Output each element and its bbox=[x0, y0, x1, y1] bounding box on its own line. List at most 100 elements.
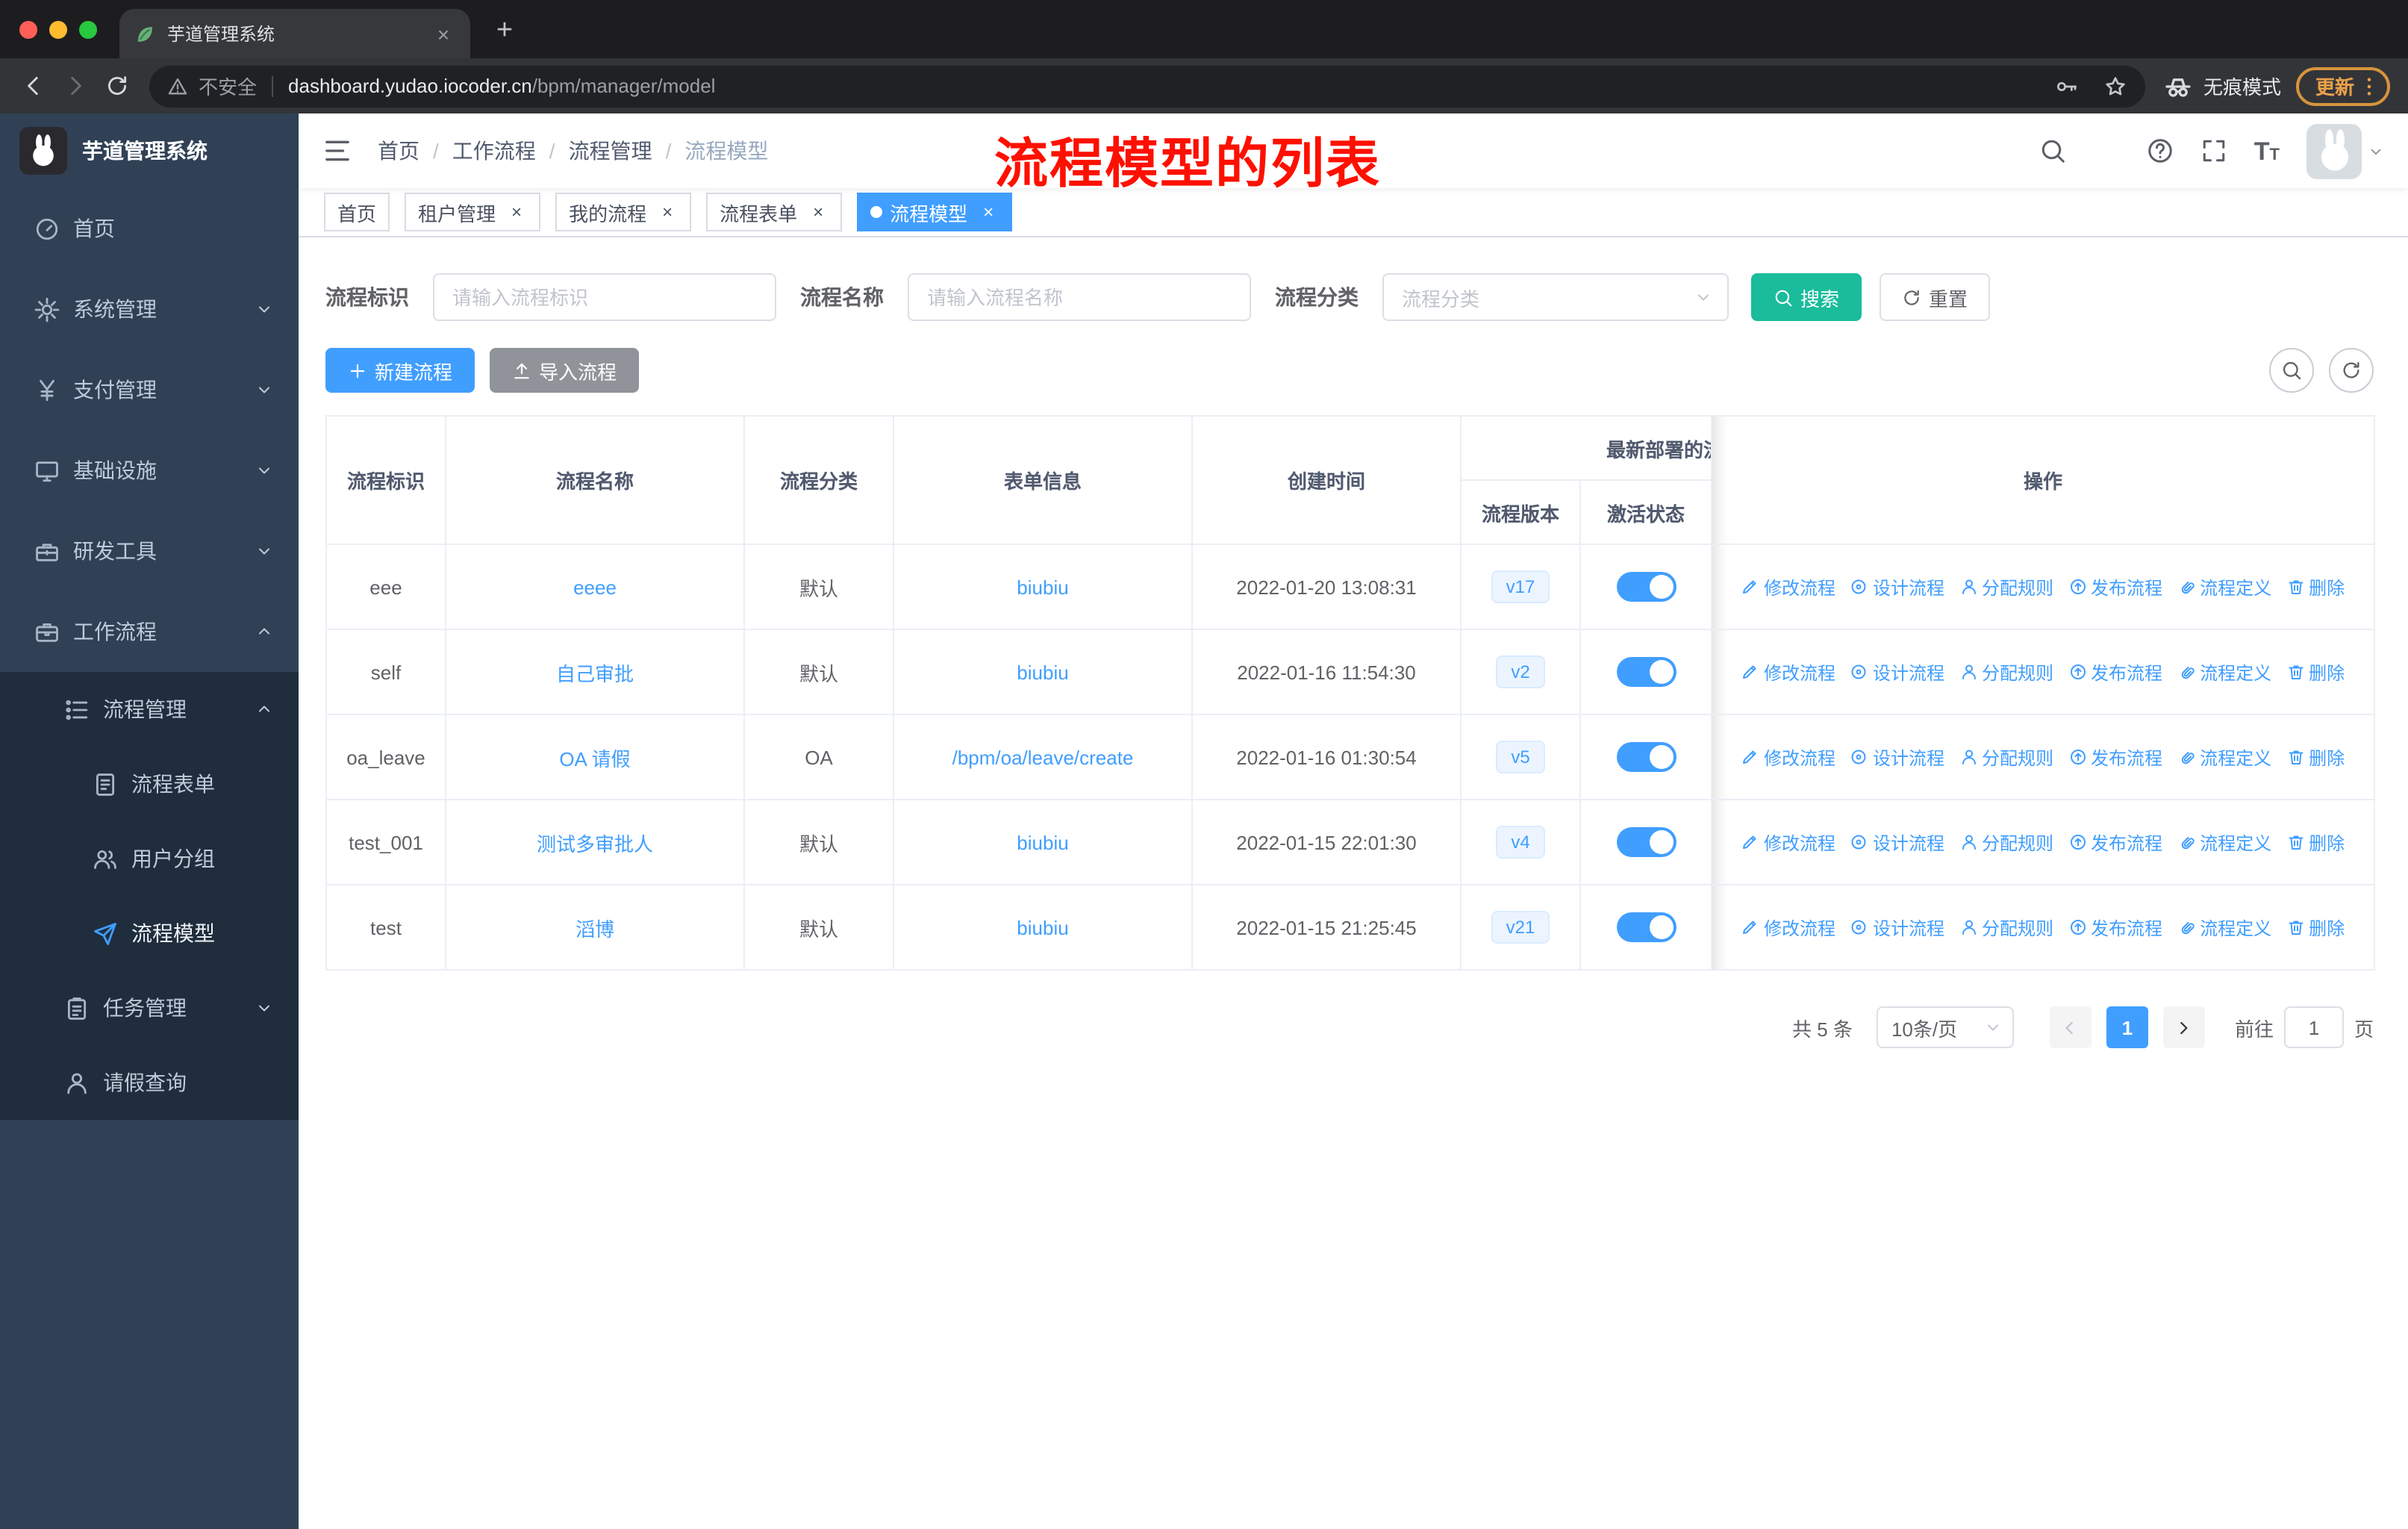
forward-button[interactable] bbox=[54, 65, 96, 107]
action-publish-link[interactable]: 发布流程 bbox=[2068, 659, 2162, 685]
process-name-link[interactable]: eeee bbox=[573, 576, 617, 598]
action-publish-link[interactable]: 发布流程 bbox=[2068, 829, 2162, 855]
action-edit-link[interactable]: 修改流程 bbox=[1741, 915, 1835, 940]
action-assign-rules-link[interactable]: 分配规则 bbox=[1959, 659, 2053, 685]
active-toggle[interactable] bbox=[1616, 572, 1676, 602]
tag-close-icon[interactable]: × bbox=[978, 202, 999, 222]
process-name-link[interactable]: 自己审批 bbox=[556, 662, 634, 685]
action-assign-rules-link[interactable]: 分配规则 bbox=[1959, 829, 2053, 855]
prev-page-button[interactable] bbox=[2049, 1006, 2092, 1048]
action-design-link[interactable]: 设计流程 bbox=[1850, 829, 1944, 855]
form-info-link[interactable]: biubiu bbox=[1017, 661, 1068, 683]
zoom-window-button[interactable] bbox=[79, 21, 97, 39]
process-name-link[interactable]: OA 请假 bbox=[559, 747, 630, 770]
action-design-link[interactable]: 设计流程 bbox=[1850, 744, 1944, 770]
font-size-icon[interactable]: TT bbox=[2254, 138, 2280, 164]
sidebar-item-home[interactable]: 首页 bbox=[0, 188, 299, 269]
action-assign-rules-link[interactable]: 分配规则 bbox=[1959, 574, 2053, 600]
sidebar-item-system[interactable]: 系统管理 bbox=[0, 269, 299, 349]
sidebar-item-payment[interactable]: 支付管理 bbox=[0, 349, 299, 430]
action-edit-link[interactable]: 修改流程 bbox=[1741, 659, 1835, 685]
help-icon[interactable] bbox=[2147, 137, 2174, 164]
action-publish-link[interactable]: 发布流程 bbox=[2068, 915, 2162, 940]
action-delete-link[interactable]: 删除 bbox=[2286, 744, 2345, 770]
action-delete-link[interactable]: 删除 bbox=[2286, 574, 2345, 600]
action-definition-link[interactable]: 流程定义 bbox=[2177, 829, 2271, 855]
create-process-button[interactable]: 新建流程 bbox=[325, 348, 475, 393]
form-info-link[interactable]: biubiu bbox=[1017, 576, 1068, 598]
goto-page-input[interactable] bbox=[2283, 1006, 2344, 1048]
action-assign-rules-link[interactable]: 分配规则 bbox=[1959, 915, 2053, 940]
reload-button[interactable] bbox=[96, 65, 137, 107]
process-name-link[interactable]: 测试多审批人 bbox=[537, 832, 653, 855]
breadcrumb-item[interactable]: 工作流程 bbox=[452, 136, 536, 166]
collapse-sidebar-icon[interactable] bbox=[322, 136, 352, 166]
action-edit-link[interactable]: 修改流程 bbox=[1741, 744, 1835, 770]
action-definition-link[interactable]: 流程定义 bbox=[2177, 574, 2271, 600]
process-name-link[interactable]: 滔博 bbox=[576, 918, 614, 940]
bookmark-star-icon[interactable] bbox=[2103, 74, 2127, 98]
action-publish-link[interactable]: 发布流程 bbox=[2068, 574, 2162, 600]
password-key-icon[interactable] bbox=[2054, 74, 2078, 98]
browser-tab[interactable]: 芋道管理系统 × bbox=[119, 9, 470, 58]
form-info-link[interactable]: biubiu bbox=[1017, 831, 1068, 853]
action-design-link[interactable]: 设计流程 bbox=[1850, 659, 1944, 685]
tag-my-process[interactable]: 我的流程 × bbox=[555, 193, 692, 231]
page-number-button[interactable]: 1 bbox=[2106, 1006, 2148, 1048]
tab-close-icon[interactable]: × bbox=[431, 22, 455, 46]
active-toggle[interactable] bbox=[1616, 827, 1676, 857]
sidebar-item-infrastructure[interactable]: 基础设施 bbox=[0, 430, 299, 511]
tag-tenant[interactable]: 租户管理 × bbox=[405, 193, 541, 231]
kebab-menu-icon[interactable] bbox=[2357, 74, 2381, 98]
action-design-link[interactable]: 设计流程 bbox=[1850, 574, 1944, 600]
tag-home[interactable]: 首页 bbox=[324, 193, 390, 231]
sidebar-item-process-mgmt[interactable]: 流程管理 bbox=[0, 672, 299, 747]
close-window-button[interactable] bbox=[19, 21, 37, 39]
sidebar-item-user-group[interactable]: 用户分组 bbox=[0, 821, 299, 896]
page-size-select[interactable]: 10条/页 bbox=[1876, 1006, 2014, 1048]
action-delete-link[interactable]: 删除 bbox=[2286, 915, 2345, 940]
action-definition-link[interactable]: 流程定义 bbox=[2177, 744, 2271, 770]
action-definition-link[interactable]: 流程定义 bbox=[2177, 659, 2271, 685]
action-edit-link[interactable]: 修改流程 bbox=[1741, 574, 1835, 600]
next-page-button[interactable] bbox=[2162, 1006, 2205, 1048]
search-button[interactable]: 搜索 bbox=[1751, 273, 1862, 321]
process-name-input[interactable] bbox=[908, 273, 1251, 321]
sidebar-item-process-model[interactable]: 流程模型 bbox=[0, 896, 299, 971]
new-tab-button[interactable]: + bbox=[485, 12, 524, 51]
address-bar[interactable]: 不安全 dashboard.yudao.iocoder.cn/bpm/manag… bbox=[149, 65, 2145, 107]
action-delete-link[interactable]: 删除 bbox=[2286, 829, 2345, 855]
minimize-window-button[interactable] bbox=[49, 21, 67, 39]
import-process-button[interactable]: 导入流程 bbox=[490, 348, 640, 393]
process-key-input[interactable] bbox=[433, 273, 776, 321]
category-select[interactable]: 流程分类 bbox=[1382, 273, 1729, 321]
sidebar-item-workflow[interactable]: 工作流程 bbox=[0, 591, 299, 672]
sidebar-item-leave-query[interactable]: 请假查询 bbox=[0, 1045, 299, 1120]
browser-update-button[interactable]: 更新 bbox=[2295, 66, 2390, 105]
tag-close-icon[interactable]: × bbox=[657, 202, 678, 222]
active-toggle[interactable] bbox=[1616, 912, 1676, 942]
active-toggle[interactable] bbox=[1616, 657, 1676, 687]
tag-process-model[interactable]: 流程模型 × bbox=[857, 193, 1013, 231]
action-assign-rules-link[interactable]: 分配规则 bbox=[1959, 744, 2053, 770]
sidebar-item-task-mgmt[interactable]: 任务管理 bbox=[0, 971, 299, 1045]
action-delete-link[interactable]: 删除 bbox=[2286, 659, 2345, 685]
active-toggle[interactable] bbox=[1616, 742, 1676, 772]
action-edit-link[interactable]: 修改流程 bbox=[1741, 829, 1835, 855]
github-icon[interactable] bbox=[2093, 137, 2120, 164]
tag-close-icon[interactable]: × bbox=[506, 202, 527, 222]
action-definition-link[interactable]: 流程定义 bbox=[2177, 915, 2271, 940]
tag-process-form[interactable]: 流程表单 × bbox=[706, 193, 843, 231]
form-info-link[interactable]: biubiu bbox=[1017, 916, 1068, 938]
reset-button[interactable]: 重置 bbox=[1880, 273, 1991, 321]
sidebar-item-process-form[interactable]: 流程表单 bbox=[0, 747, 299, 821]
breadcrumb-item[interactable]: 首页 bbox=[378, 136, 419, 166]
sidebar-item-devtools[interactable]: 研发工具 bbox=[0, 511, 299, 591]
toggle-search-button[interactable] bbox=[2269, 348, 2314, 393]
search-icon[interactable] bbox=[2039, 137, 2066, 164]
form-info-link[interactable]: /bpm/oa/leave/create bbox=[952, 746, 1134, 768]
action-design-link[interactable]: 设计流程 bbox=[1850, 915, 1944, 940]
action-publish-link[interactable]: 发布流程 bbox=[2068, 744, 2162, 770]
fullscreen-icon[interactable] bbox=[2200, 137, 2227, 164]
user-menu[interactable] bbox=[2306, 123, 2384, 178]
